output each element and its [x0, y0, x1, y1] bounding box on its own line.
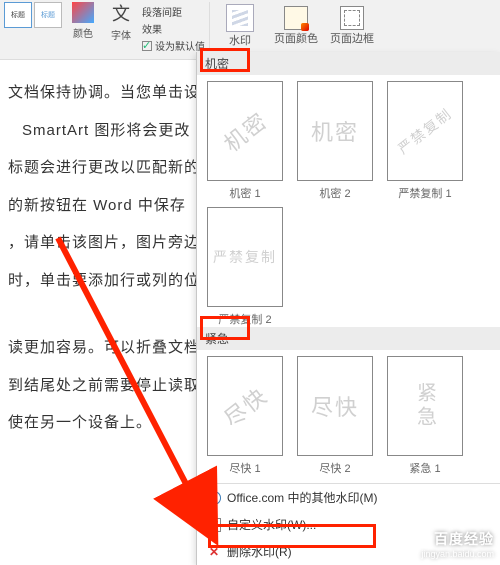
- watermark-thumb[interactable]: 严禁复制 严禁复制 1: [387, 81, 463, 201]
- set-default-checkbox[interactable]: [142, 41, 152, 51]
- colors-icon: [72, 2, 94, 23]
- thumb-watermark-text: 机密: [311, 115, 359, 147]
- thumb-label: 严禁复制 2: [218, 311, 271, 327]
- thumb-watermark-text: 严禁复制: [213, 247, 277, 267]
- watermark-button[interactable]: 水印: [214, 2, 266, 50]
- fonts-icon: 文: [109, 1, 133, 25]
- thumb-label: 严禁复制 1: [398, 185, 451, 201]
- effects-option[interactable]: 效果: [142, 21, 162, 36]
- document-icon: [207, 518, 221, 532]
- watermark-thumb[interactable]: 尽快 尽快 1: [207, 356, 283, 476]
- page-color-button[interactable]: 页面颜色: [270, 2, 322, 50]
- page-border-button[interactable]: 页面边框: [326, 2, 378, 50]
- thumb-watermark-text: 尽快: [311, 390, 359, 422]
- watermark-thumb[interactable]: 机密 机密 1: [207, 81, 283, 201]
- colors-button[interactable]: 颜色: [66, 2, 100, 40]
- section-header-secret: 机密: [197, 52, 500, 75]
- thumb-label: 紧急 1: [409, 460, 440, 476]
- delete-icon: ✕: [207, 545, 221, 559]
- custom-watermark[interactable]: 自定义水印(W)...: [197, 511, 500, 538]
- page-color-icon: [284, 6, 308, 30]
- more-watermarks-office[interactable]: Office.com 中的其他水印(M): [197, 484, 500, 511]
- thumb-label: 机密 2: [319, 185, 350, 201]
- style-thumb[interactable]: 标题: [34, 2, 62, 28]
- globe-icon: [207, 491, 221, 505]
- watermark-icon: [226, 4, 254, 32]
- thumb-label: 机密 1: [229, 185, 260, 201]
- set-default-label: 设为默认值: [155, 38, 205, 53]
- fonts-label: 字体: [111, 27, 131, 42]
- paragraph-spacing-option[interactable]: 段落间距: [142, 4, 182, 19]
- style-thumbnails[interactable]: 标题 标题: [4, 2, 62, 28]
- separator: [209, 2, 210, 48]
- page-border-icon: [340, 6, 364, 30]
- thumb-watermark-text: 紧急: [411, 382, 440, 430]
- more-watermarks-label: Office.com 中的其他水印(M): [227, 489, 377, 506]
- watermark-thumb[interactable]: 严禁复制 严禁复制 2: [207, 207, 283, 327]
- thumbs-row-urgent: 尽快 尽快 1 尽快 尽快 2 紧急 紧急 1: [197, 350, 500, 476]
- document-formatting-options: 段落间距 效果 设为默认值: [142, 2, 205, 53]
- remove-watermark[interactable]: ✕ 删除水印(R): [197, 538, 500, 565]
- thumb-label: 尽快 1: [229, 460, 260, 476]
- thumbs-row-secret-2: 严禁复制 严禁复制 2: [197, 201, 500, 327]
- thumb-watermark-text: 机密: [216, 104, 274, 159]
- thumbs-row-secret: 机密 机密 1 机密 机密 2 严禁复制 严禁复制 1: [197, 75, 500, 201]
- page-color-label: 页面颜色: [274, 30, 318, 46]
- page-border-label: 页面边框: [330, 30, 374, 46]
- thumb-watermark-text: 严禁复制: [394, 103, 457, 158]
- fonts-button[interactable]: 文 字体: [104, 2, 138, 40]
- watermark-thumb[interactable]: 尽快 尽快 2: [297, 356, 373, 476]
- colors-label: 颜色: [73, 25, 93, 40]
- panel-footer: Office.com 中的其他水印(M) 自定义水印(W)... ✕ 删除水印(…: [197, 483, 500, 565]
- watermark-thumb[interactable]: 机密 机密 2: [297, 81, 373, 201]
- style-thumb[interactable]: 标题: [4, 2, 32, 28]
- thumb-watermark-text: 尽快: [216, 379, 274, 434]
- watermark-panel: 机密 机密 机密 1 机密 机密 2 严禁复制 严禁复制 1 严禁复制 严禁复制…: [196, 52, 500, 565]
- custom-watermark-label: 自定义水印(W)...: [227, 516, 316, 533]
- thumb-label: 尽快 2: [319, 460, 350, 476]
- watermark-label: 水印: [229, 32, 251, 48]
- watermark-thumb[interactable]: 紧急 紧急 1: [387, 356, 463, 476]
- remove-watermark-label: 删除水印(R): [227, 543, 292, 560]
- ribbon: 标题 标题 颜色 文 字体 段落间距 效果 设为默认值 水印 页面颜色 页面边框: [0, 0, 500, 60]
- section-header-urgent: 紧急: [197, 327, 500, 350]
